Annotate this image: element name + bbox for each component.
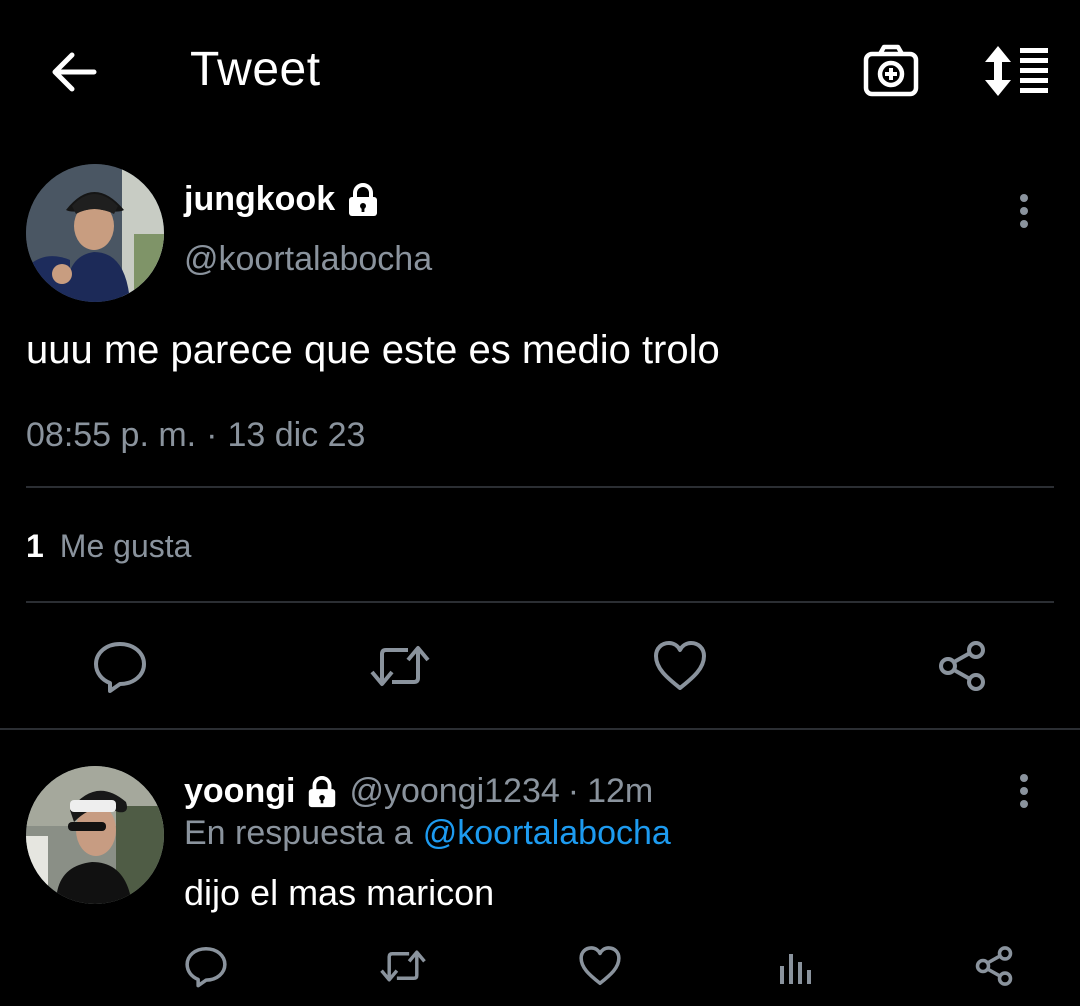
reply-reply-button[interactable]	[184, 944, 228, 988]
divider	[26, 601, 1054, 603]
like-button[interactable]	[652, 638, 708, 694]
comment-icon	[94, 642, 146, 693]
separator: ·	[206, 416, 218, 454]
reply-share-button[interactable]	[972, 944, 1016, 988]
tweet-timestamp: 08:55 p. m. · 13 dic 23	[26, 416, 365, 455]
heart-icon	[579, 946, 621, 986]
back-button[interactable]	[48, 46, 100, 98]
reply-avatar[interactable]	[26, 766, 164, 904]
reply-author-name[interactable]: yoongi	[184, 772, 295, 811]
reply-author-row: yoongi @yoongi1234 · 12m	[184, 772, 653, 811]
author-row: jungkook	[184, 180, 381, 219]
reply-like-button[interactable]	[578, 944, 622, 988]
in-reply-to-link[interactable]: @koortalabocha	[423, 814, 671, 853]
retweet-icon	[370, 646, 430, 686]
top-app-bar: Tweet	[0, 0, 1080, 150]
reply-age: 12m	[587, 772, 654, 810]
share-icon	[975, 946, 1013, 986]
bar-chart-icon	[780, 954, 811, 984]
sort-button[interactable]	[982, 44, 1052, 98]
retweet-icon	[380, 950, 426, 982]
reply-meta: @yoongi1234 · 12m	[349, 772, 653, 811]
reply-retweet-button[interactable]	[380, 944, 426, 988]
in-reply-to-label: En respuesta a	[184, 814, 413, 852]
likes-count: 1	[26, 528, 44, 564]
camera-add-icon	[863, 44, 919, 97]
avatar[interactable]	[26, 164, 164, 302]
sort-list-icon	[985, 46, 1048, 96]
likes-summary[interactable]: 1 Me gusta	[26, 528, 191, 565]
more-vertical-icon	[1020, 194, 1028, 228]
share-icon	[939, 641, 985, 691]
page-title: Tweet	[190, 43, 321, 96]
separator: ·	[567, 772, 580, 810]
more-vertical-icon	[1020, 774, 1028, 808]
reply-button[interactable]	[92, 638, 148, 694]
divider	[26, 486, 1054, 488]
reply-more-options-button[interactable]	[1008, 770, 1040, 814]
author-name[interactable]: jungkook	[184, 180, 335, 219]
more-options-button[interactable]	[1008, 190, 1040, 234]
lock-icon	[345, 182, 381, 218]
arrow-left-icon	[52, 52, 97, 92]
tweet-text: uuu me parece que este es medio trolo	[26, 328, 720, 372]
reply-stats-button[interactable]	[774, 944, 818, 988]
heart-icon	[654, 641, 706, 690]
author-handle[interactable]: @koortalabocha	[184, 240, 432, 279]
lock-icon	[305, 775, 339, 809]
likes-label: Me gusta	[59, 528, 192, 564]
tweet-date: 13 dic 23	[227, 416, 366, 454]
tweet-time: 08:55 p. m.	[26, 416, 197, 454]
share-button[interactable]	[934, 638, 990, 694]
camera-button[interactable]	[862, 44, 920, 98]
reply-text: dijo el mas maricon	[184, 872, 495, 913]
in-reply-to: En respuesta a @koortalabocha	[184, 814, 671, 853]
reply-author-handle[interactable]: @yoongi1234	[349, 772, 559, 811]
comment-icon	[185, 946, 227, 988]
retweet-button[interactable]	[370, 638, 430, 694]
divider	[0, 728, 1080, 730]
